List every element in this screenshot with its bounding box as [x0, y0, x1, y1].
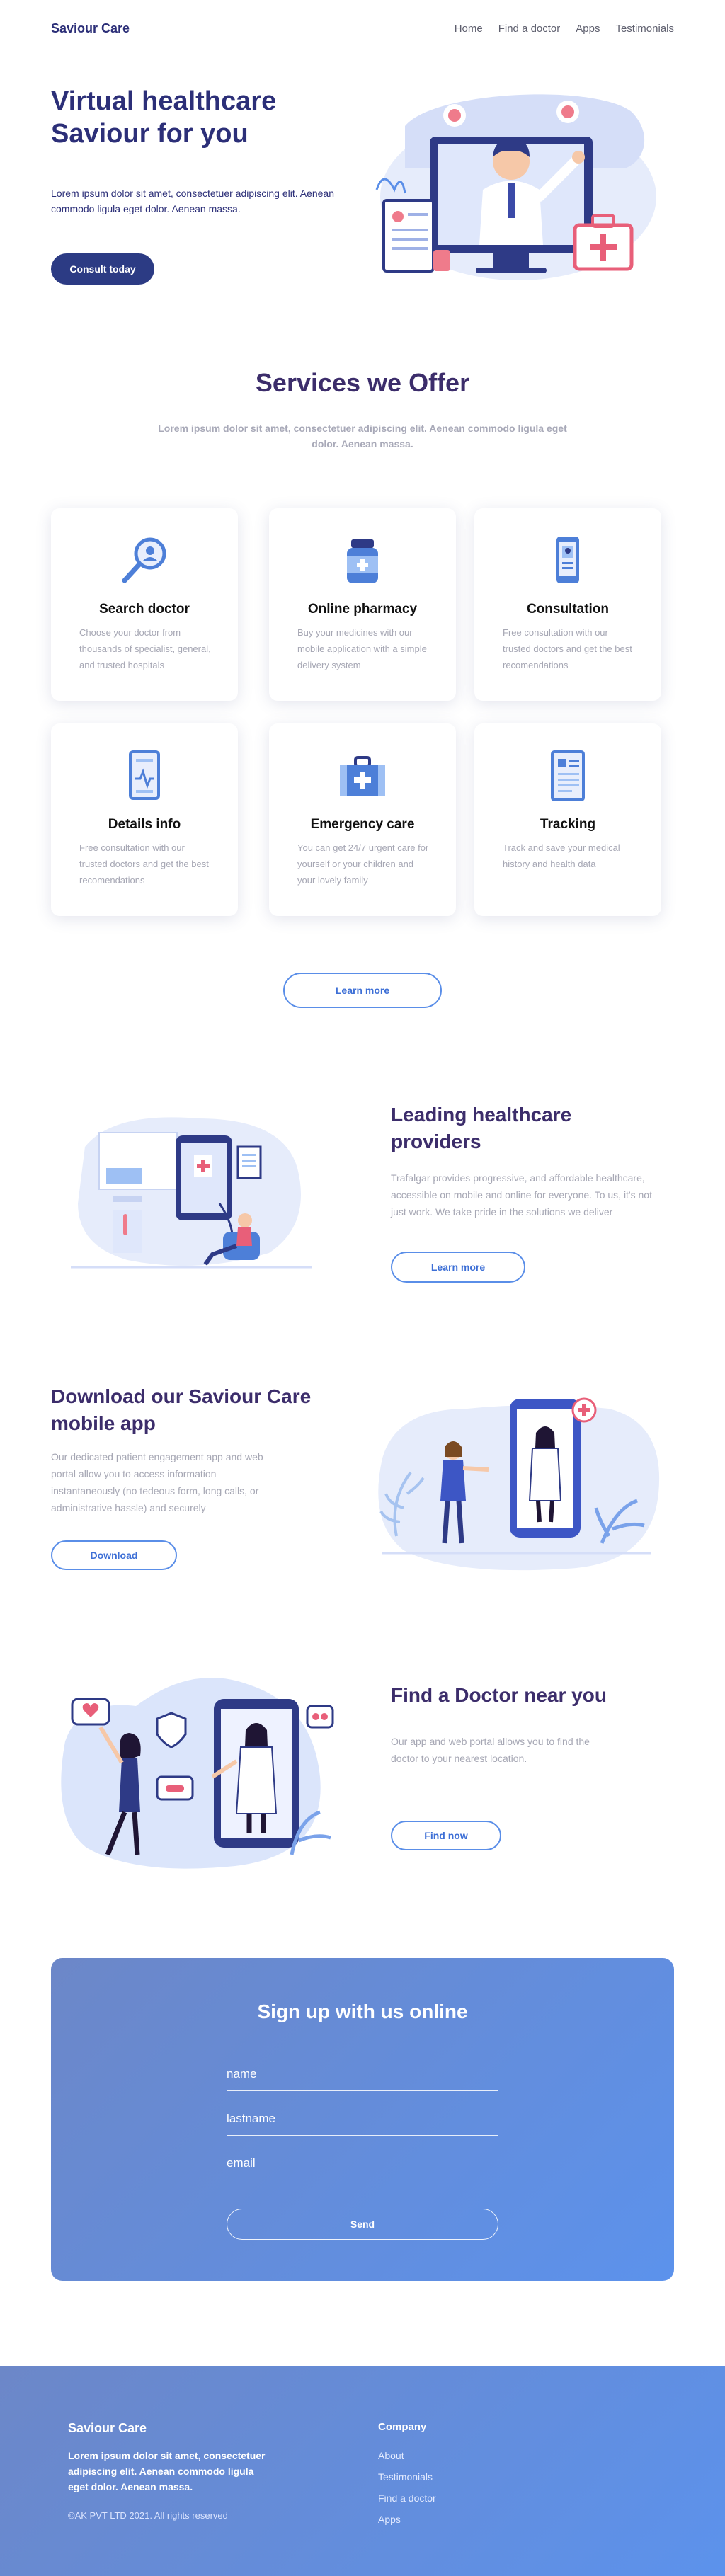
card-text: Free consultation with our trusted docto… — [79, 842, 209, 886]
pill-bottle-icon — [347, 539, 378, 583]
providers-title: Leading healthcare providers — [391, 1104, 572, 1152]
footer-copyright: ©AK PVT LTD 2021. All rights reserved — [68, 2510, 228, 2521]
services-learn-more-button[interactable]: Learn more — [283, 973, 442, 1008]
hero-text: Lorem ipsum dolor sit amet, consectetuer… — [51, 188, 334, 214]
download-title: Download our Saviour Care mobile app — [51, 1385, 312, 1434]
card-title: Details info — [108, 817, 181, 832]
download-button[interactable]: Download — [51, 1540, 177, 1570]
services-title: Services we Offer — [255, 368, 470, 397]
medical-record-icon — [551, 750, 585, 801]
find-doctor-illustration — [61, 1678, 334, 1869]
nav-link-find-doctor[interactable]: Find a doctor — [498, 23, 561, 35]
providers-text: Trafalgar provides progressive, and affo… — [391, 1172, 652, 1218]
card-title: Search doctor — [99, 602, 190, 617]
footer-brand[interactable]: Saviour Care — [68, 2421, 147, 2436]
footer-link-apps[interactable]: Apps — [378, 2509, 436, 2530]
card-title: Online pharmacy — [307, 602, 418, 617]
download-text: Our dedicated patient engagement app and… — [51, 1451, 263, 1513]
card-text: Choose your doctor from thousands of spe… — [79, 627, 211, 670]
card-text: You can get 24/7 urgent care for yoursel… — [297, 842, 429, 886]
card-text: Buy your medicines with our mobile appli… — [297, 627, 427, 670]
signup-panel: Sign up with us online name lastname ema… — [51, 1958, 674, 2281]
service-card-tracking[interactable]: Tracking Track and save your medical his… — [474, 723, 661, 916]
footer-links: About Testimonials Find a doctor Apps — [378, 2445, 436, 2530]
service-card-online-pharmacy[interactable]: Online pharmacy Buy your medicines with … — [269, 508, 456, 701]
service-card-consultation[interactable]: Consultation Free consultation with our … — [474, 508, 661, 701]
nav-link-apps[interactable]: Apps — [576, 23, 600, 35]
services-subtitle: Lorem ipsum dolor sit amet, consectetuer… — [158, 423, 567, 450]
brand-logo[interactable]: Saviour Care — [51, 21, 130, 36]
footer-description: Lorem ipsum dolor sit amet, consectetuer… — [68, 2450, 266, 2492]
name-field[interactable]: name — [227, 2060, 498, 2091]
providers-learn-more-button[interactable]: Learn more — [391, 1252, 525, 1283]
search-doctor-icon — [122, 537, 166, 583]
hero-illustration — [375, 94, 656, 280]
heart-monitor-icon — [129, 750, 160, 800]
card-text: Free consultation with our trusted docto… — [503, 627, 632, 670]
find-doctor-text: Our app and web portal allows you to fin… — [391, 1736, 590, 1764]
lastname-field[interactable]: lastname — [227, 2105, 498, 2136]
signup-title: Sign up with us online — [257, 2000, 468, 2022]
card-title: Emergency care — [310, 817, 415, 832]
nav-links: Home Find a doctor Apps Testimonials — [455, 23, 674, 35]
find-doctor-title: Find a Doctor near you — [391, 1684, 607, 1706]
landing-page: Saviour Care Home Find a doctor Apps Tes… — [0, 0, 725, 2576]
providers-illustration — [71, 1117, 312, 1269]
phone-consultation-icon — [556, 537, 579, 583]
service-card-emergency-care[interactable]: Emergency care You can get 24/7 urgent c… — [269, 723, 456, 916]
top-nav: Saviour Care Home Find a doctor Apps Tes… — [51, 17, 674, 40]
footer-link-about[interactable]: About — [378, 2445, 436, 2466]
medical-kit-icon — [340, 756, 385, 796]
footer-company-heading: Company — [378, 2421, 427, 2433]
card-title: Consultation — [526, 602, 610, 617]
download-illustration — [378, 1397, 660, 1571]
card-text: Track and save your medical history and … — [503, 842, 620, 869]
nav-link-testimonials[interactable]: Testimonials — [615, 23, 674, 35]
service-card-search-doctor[interactable]: Search doctor Choose your doctor from th… — [51, 508, 238, 701]
find-now-button[interactable]: Find now — [391, 1821, 501, 1850]
consult-today-button[interactable]: Consult today — [51, 253, 154, 285]
service-card-details-info[interactable]: Details info Free consultation with our … — [51, 723, 238, 916]
footer-link-testimonials[interactable]: Testimonials — [378, 2466, 436, 2488]
email-field[interactable]: email — [227, 2149, 498, 2180]
send-button[interactable]: Send — [227, 2209, 498, 2240]
hero-title: Virtual healthcare Saviour for you — [51, 86, 277, 149]
card-title: Tracking — [540, 817, 596, 832]
footer: Saviour Care Lorem ipsum dolor sit amet,… — [0, 2366, 725, 2576]
footer-link-find-doctor[interactable]: Find a doctor — [378, 2488, 436, 2509]
nav-link-home[interactable]: Home — [455, 23, 483, 35]
